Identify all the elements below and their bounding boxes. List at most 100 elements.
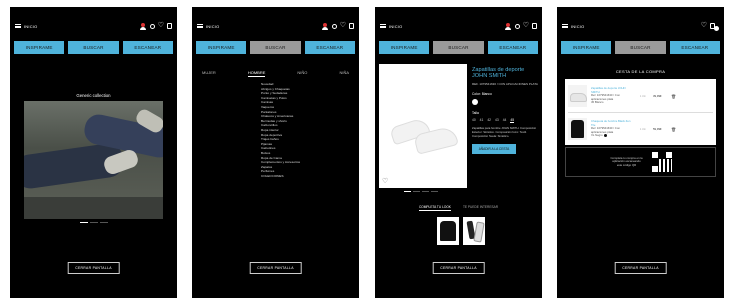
category-item[interactable]: COLECCIONES: [261, 174, 300, 179]
scan-button[interactable]: ESCANEAR: [304, 41, 355, 54]
size-option[interactable]: 42: [487, 118, 491, 123]
tab-may-interest[interactable]: TE PUEDE INTERESAR: [463, 205, 498, 211]
cart-item-image: [568, 118, 587, 140]
tab-hombre[interactable]: HOMBRE: [247, 70, 266, 77]
tab-nina[interactable]: NIÑA: [339, 70, 349, 77]
menu-button[interactable]: INICIO: [15, 24, 37, 29]
look-item-jacket[interactable]: [437, 217, 459, 245]
color-dot: [603, 133, 607, 137]
heart-icon[interactable]: ♡: [340, 22, 346, 29]
user-icon[interactable]: [331, 23, 337, 29]
tab-mujer[interactable]: MUJER: [202, 70, 216, 77]
color-swatch[interactable]: [472, 99, 478, 106]
inspire-button[interactable]: INSPIRAME: [561, 41, 612, 54]
product-ref: REF. 1079541630 / CON APLICACIONES PLATA: [472, 81, 538, 86]
menu-icon: [562, 24, 568, 28]
add-to-cart-button[interactable]: AÑADIR A LA CESTA: [472, 144, 516, 155]
avatar-icon[interactable]: [139, 22, 147, 30]
size-option[interactable]: 43: [495, 118, 499, 123]
menu-label: INICIO: [389, 23, 403, 29]
tab-complete-look[interactable]: COMPLETA TU LOOK: [418, 205, 451, 211]
top-bar: INICIO ♡: [197, 21, 354, 31]
trash-icon[interactable]: 🗑: [671, 94, 676, 99]
look-items: [437, 217, 485, 245]
cart-title: CESTA DE LA COMPRA: [615, 69, 666, 74]
product-image[interactable]: ♡: [379, 64, 467, 188]
search-button[interactable]: BUSCAR: [68, 41, 119, 54]
product-title: Zapatillas de deporte JOHN SMITH: [472, 67, 525, 80]
avatar-icon[interactable]: [321, 22, 329, 30]
inspire-button[interactable]: INSPIRAME: [14, 41, 65, 54]
size-option[interactable]: 44: [503, 118, 507, 123]
close-screen-button[interactable]: CERRAR PANTALLA: [67, 262, 120, 274]
close-screen-button[interactable]: CERRAR PANTALLA: [432, 262, 485, 274]
product-info: Zapatillas de deporte JOHN SMITH REF. 10…: [472, 67, 539, 155]
color-label: Color: Blanco: [472, 92, 492, 97]
menu-label: INICIO: [206, 23, 220, 29]
search-button[interactable]: BUSCAR: [433, 41, 484, 54]
screen-search: INICIO ♡ INSPIRAME BUSCAR ESCANEAR MUJER…: [192, 7, 359, 298]
close-screen-button[interactable]: CERRAR PANTALLA: [249, 262, 302, 274]
cart-item-attr: XL Negro: [591, 133, 603, 138]
cart-item-image: [568, 85, 587, 107]
cart-item-qty[interactable]: 1 Ud.: [633, 128, 653, 131]
menu-icon: [197, 24, 203, 28]
cart-item[interactable]: Chaqueta de hombre Black Zen Tile Ref. 1…: [568, 115, 713, 143]
inspire-button[interactable]: INSPIRAME: [196, 41, 247, 54]
bag-icon[interactable]: [532, 23, 537, 29]
bag-icon[interactable]: [349, 23, 354, 29]
cart-item-price: 59,99€: [653, 127, 662, 131]
heart-icon[interactable]: ♡: [701, 22, 707, 29]
menu-label: INICIO: [571, 23, 585, 29]
menu-button[interactable]: INICIO: [562, 24, 584, 29]
top-bar: INICIO ♡: [380, 21, 537, 31]
screen-cart: INICIO ♡ INSPIRAME BUSCAR ESCANEAR CESTA…: [557, 7, 724, 298]
trash-icon[interactable]: 🗑: [671, 127, 676, 132]
bag-icon[interactable]: [167, 23, 172, 29]
user-icon[interactable]: [514, 23, 520, 29]
product-description: Zapatillas para hombre JOHN SMITH. Compo…: [472, 126, 537, 138]
menu-icon: [15, 24, 21, 28]
collection-image[interactable]: [24, 101, 163, 219]
avatar-icon[interactable]: [504, 22, 512, 30]
gender-tabs: MUJER HOMBRE NIÑO NIÑA: [202, 70, 349, 77]
divider: [568, 112, 713, 113]
close-screen-button[interactable]: CERRAR PANTALLA: [614, 262, 667, 274]
heart-icon[interactable]: ♡: [523, 22, 529, 29]
scan-button[interactable]: ESCANEAR: [487, 41, 538, 54]
image-carousel-indicator[interactable]: [404, 191, 438, 192]
top-bar: INICIO ♡: [562, 21, 719, 31]
cart-item-qty[interactable]: 1 Ud.: [633, 95, 653, 98]
favorite-heart-icon[interactable]: ♡: [382, 177, 388, 185]
category-list: Novedad Abrigos y Chaquetas Punto y Sudade…: [261, 82, 300, 178]
size-label: Talla: [472, 111, 479, 116]
cart-list: Zapatillas de deporte JOHN SMITH Ref. 10…: [565, 79, 716, 145]
top-bar: INICIO ♡: [15, 21, 172, 31]
qr-code-icon: [651, 152, 672, 172]
look-item-socks[interactable]: [463, 217, 485, 245]
inspire-button[interactable]: INSPIRAME: [379, 41, 430, 54]
user-icon[interactable]: [149, 23, 155, 29]
menu-button[interactable]: INICIO: [197, 24, 219, 29]
search-button[interactable]: BUSCAR: [250, 41, 301, 54]
menu-icon: [380, 24, 386, 28]
scan-button[interactable]: ESCANEAR: [122, 41, 173, 54]
menu-button[interactable]: INICIO: [380, 24, 402, 29]
search-button[interactable]: BUSCAR: [615, 41, 666, 54]
size-option-selected[interactable]: 45: [510, 118, 515, 124]
size-selector: 40 41 42 43 44 45: [472, 118, 539, 124]
heart-icon[interactable]: ♡: [158, 22, 164, 29]
screen-inspire: INICIO ♡ INSPIRAME BUSCAR ESCANEAR Gener…: [10, 7, 177, 298]
carousel-indicator[interactable]: [10, 222, 177, 223]
size-option[interactable]: 41: [480, 118, 484, 123]
qr-checkout: Completa tu compra en la aplicación esca…: [565, 147, 716, 177]
collection-title: Generic collection: [76, 93, 111, 98]
category-item[interactable]: Complementos y Accesorios: [261, 160, 300, 165]
size-option[interactable]: 40: [472, 118, 476, 123]
menu-label: INICIO: [24, 23, 38, 29]
screen-product: INICIO ♡ INSPIRAME BUSCAR ESCANEAR ♡ Zap…: [375, 7, 542, 298]
cart-item[interactable]: Zapatillas de deporte JOHN SMITH Ref. 10…: [568, 82, 713, 110]
cart-badge: [714, 25, 719, 31]
tab-nino[interactable]: NIÑO: [297, 70, 307, 77]
scan-button[interactable]: ESCANEAR: [669, 41, 720, 54]
